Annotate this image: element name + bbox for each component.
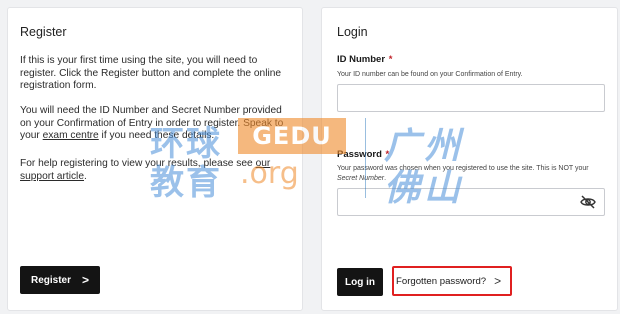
password-input[interactable] (337, 188, 605, 216)
register-intro-text: If this is your first time using the sit… (20, 55, 282, 92)
register-button[interactable]: Register > (20, 266, 100, 294)
eye-slash-icon[interactable] (580, 195, 596, 209)
register-requirements-after: if you need these details. (98, 130, 215, 142)
id-number-label: ID Number * (337, 54, 392, 65)
register-requirements-text: You will need the ID Number and Secret N… (20, 105, 295, 143)
login-title: Login (337, 25, 368, 39)
password-hint-before: Your password was chosen when you regist… (337, 165, 589, 172)
register-card: Register If this is your first time usin… (7, 7, 303, 311)
login-button[interactable]: Log in (337, 268, 383, 296)
forgotten-password-label: Forgotten password? (396, 275, 487, 287)
password-hint: Your password was chosen when you regist… (337, 164, 607, 184)
id-number-hint: Your ID number can be found on your Conf… (337, 71, 523, 78)
register-button-label: Register (31, 274, 72, 286)
register-help-text: For help registering to view your result… (20, 158, 295, 183)
id-number-label-text: ID Number (337, 54, 386, 65)
register-help-after: . (84, 170, 87, 182)
watermark-divider (365, 118, 366, 198)
register-title: Register (20, 25, 67, 39)
login-button-label: Log in (345, 276, 375, 288)
chevron-right-icon: > (494, 274, 502, 288)
register-help-before: For help registering to view your result… (20, 158, 256, 169)
password-hint-secret-number: Secret Number (337, 175, 385, 182)
password-hint-after: . (384, 175, 387, 182)
required-marker: * (385, 149, 390, 160)
password-label: Password * (337, 149, 389, 160)
exam-centre-link[interactable]: exam centre (43, 130, 99, 141)
required-marker: * (388, 54, 393, 65)
password-label-text: Password (337, 149, 382, 160)
chevron-right-icon: > (82, 273, 90, 287)
forgotten-password-link[interactable]: Forgotten password? > (392, 266, 512, 296)
id-number-input[interactable] (337, 84, 605, 112)
